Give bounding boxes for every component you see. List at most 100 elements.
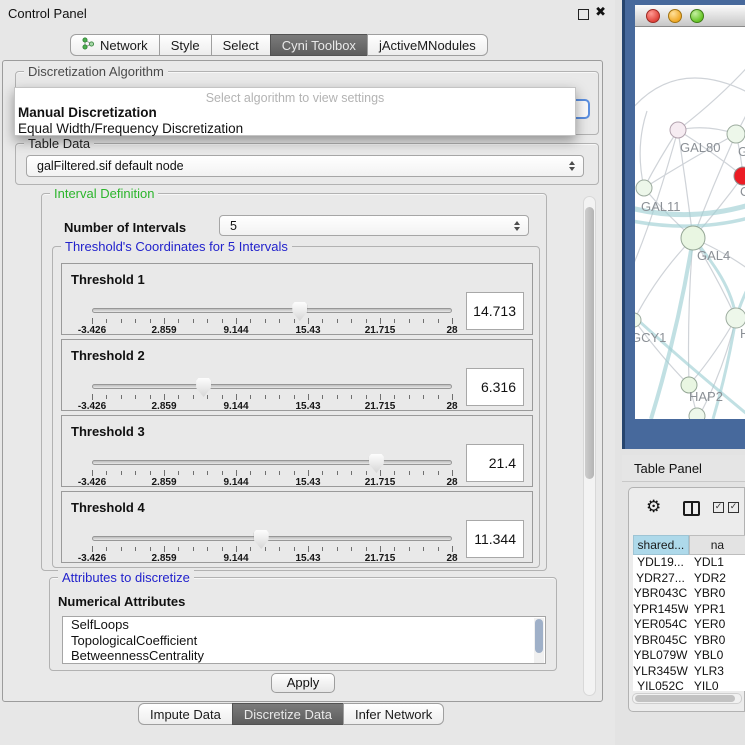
float-window-icon[interactable]: [578, 9, 589, 20]
network-icon: [82, 37, 95, 53]
slider-thumb[interactable]: [369, 454, 384, 473]
table-row[interactable]: YBR045CYBR0: [633, 633, 745, 649]
slider-track[interactable]: [92, 384, 452, 389]
network-node[interactable]: [689, 408, 705, 419]
network-node-ga[interactable]: [727, 125, 745, 143]
threshold-value-field[interactable]: 14.713: [466, 292, 524, 330]
gear-icon[interactable]: ⚙: [646, 497, 661, 517]
checkbox-icon[interactable]: ✓: [713, 502, 724, 513]
threshold-slider-1[interactable]: -3.4262.8599.14415.4321.71528: [92, 302, 452, 334]
column-header-shared-name[interactable]: shared...: [633, 535, 689, 555]
close-traffic-light-icon[interactable]: [646, 9, 660, 23]
network-graph: GAL80GACGAL11GAL4GCY1HHAP2: [635, 27, 745, 419]
tick-mark: [135, 395, 136, 399]
tick-mark: [207, 319, 208, 323]
cell-shared-name: YLR345W: [633, 664, 688, 680]
slider-thumb[interactable]: [196, 378, 211, 397]
tick-mark: [394, 471, 395, 475]
tick-mark: [265, 319, 266, 323]
tick-mark: [207, 395, 208, 399]
slider-track[interactable]: [92, 460, 452, 465]
network-node-gal11[interactable]: [636, 180, 652, 196]
threshold-value-field[interactable]: 21.4: [466, 444, 524, 482]
tab-style[interactable]: Style: [159, 34, 212, 56]
num-intervals-combobox[interactable]: 5: [219, 215, 529, 236]
network-edge: [678, 61, 745, 130]
list-item-betweennesscentrality[interactable]: BetweennessCentrality: [63, 648, 545, 664]
slider-thumb[interactable]: [254, 530, 269, 549]
tick-mark: [150, 395, 151, 399]
table-hscrollbar-thumb[interactable]: [635, 695, 735, 702]
tick-label: 9.144: [223, 325, 248, 336]
tick-mark: [351, 319, 352, 323]
node-attribute-table[interactable]: shared...naYDL19...YDL1YDR27...YDR2YBR04…: [633, 535, 745, 691]
table-hscrollbar[interactable]: [632, 693, 742, 704]
threshold-value-field[interactable]: 6.316: [466, 368, 524, 406]
network-node-h[interactable]: [726, 308, 745, 328]
table-row[interactable]: YLR345WYLR3: [633, 664, 745, 680]
tick-mark: [164, 546, 165, 552]
network-window-titlebar[interactable]: [635, 5, 745, 27]
table-row[interactable]: YDR27...YDR2: [633, 571, 745, 587]
close-icon[interactable]: ✖: [595, 5, 606, 20]
list-scrollbar-thumb[interactable]: [535, 619, 543, 653]
table-row[interactable]: YBR043CYBR0: [633, 586, 745, 602]
column-header-name[interactable]: na: [689, 535, 745, 555]
table-row[interactable]: YPR145WYPR1: [633, 602, 745, 618]
list-scrollbar[interactable]: [534, 618, 544, 664]
tab-impute-data[interactable]: Impute Data: [138, 703, 233, 725]
threshold-value-field[interactable]: 11.344: [466, 520, 524, 558]
tick-mark: [222, 547, 223, 551]
threshold-label: Threshold 3: [71, 424, 145, 439]
numerical-attributes-list[interactable]: SelfLoopsTopologicalCoefficientBetweenne…: [62, 616, 546, 664]
threshold-slider-2[interactable]: -3.4262.8599.14415.4321.71528: [92, 378, 452, 410]
threshold-slider-4[interactable]: -3.4262.8599.14415.4321.71528: [92, 530, 452, 562]
table-row[interactable]: YER054CYER0: [633, 617, 745, 633]
cell-shared-name: YBL079W: [633, 648, 688, 664]
network-node-gal80[interactable]: [670, 122, 686, 138]
minimize-traffic-light-icon[interactable]: [668, 9, 682, 23]
panel-scrollbar[interactable]: [583, 196, 596, 696]
numerical-attributes-label: Numerical Attributes: [58, 594, 185, 609]
tab-infer-network[interactable]: Infer Network: [343, 703, 444, 725]
tab-label: Style: [171, 38, 200, 53]
algorithm-dropdown-popup: Select algorithm to view settings Manual…: [14, 87, 576, 136]
tab-discretize-data[interactable]: Discretize Data: [232, 703, 344, 725]
tick-mark: [178, 395, 179, 399]
split-view-icon[interactable]: [683, 501, 700, 516]
table-row[interactable]: YIL052CYIL0: [633, 679, 745, 691]
tick-mark: [150, 319, 151, 323]
slider-track[interactable]: [92, 536, 452, 541]
threshold-slider-3[interactable]: -3.4262.8599.14415.4321.71528: [92, 454, 452, 486]
node-label: GA: [738, 144, 745, 159]
table-panel-titlebar: Table Panel: [622, 455, 745, 482]
tick-label: 2.859: [151, 325, 176, 336]
tick-mark: [423, 547, 424, 551]
group-label-interval: Interval Definition: [50, 186, 158, 201]
threshold-label: Threshold 4: [71, 500, 145, 515]
tick-mark: [193, 395, 194, 399]
popup-item-manual-discretization[interactable]: Manual Discretization: [18, 105, 157, 120]
network-node-gcy1[interactable]: [635, 313, 641, 327]
panel-scrollbar-thumb[interactable]: [585, 207, 594, 479]
zoom-traffic-light-icon[interactable]: [690, 9, 704, 23]
tick-label: 28: [446, 401, 457, 412]
network-canvas[interactable]: GAL80GACGAL11GAL4GCY1HHAP2: [635, 27, 745, 419]
network-node-gal4[interactable]: [681, 226, 705, 250]
list-item-topologicalcoefficient[interactable]: TopologicalCoefficient: [63, 633, 545, 649]
popup-item-equal-width-frequency-discretization[interactable]: Equal Width/Frequency Discretization: [18, 121, 243, 136]
tab-cyni-toolbox[interactable]: Cyni Toolbox: [270, 34, 368, 56]
table-data-combobox[interactable]: galFiltered.sif default node: [26, 155, 584, 177]
table-row[interactable]: YDL19...YDL1: [633, 555, 745, 571]
checkbox-icon[interactable]: ✓: [728, 502, 739, 513]
slider-track[interactable]: [92, 308, 452, 313]
table-row[interactable]: YBL079WYBL0: [633, 648, 745, 664]
tick-mark: [121, 319, 122, 323]
list-item-selfloops[interactable]: SelfLoops: [63, 617, 545, 633]
tick-mark: [438, 395, 439, 399]
tab-network[interactable]: Network: [70, 34, 160, 56]
tab-jactivemnodules[interactable]: jActiveMNodules: [367, 34, 488, 56]
tick-mark: [351, 547, 352, 551]
apply-button[interactable]: Apply: [271, 673, 335, 693]
tab-select[interactable]: Select: [211, 34, 271, 56]
